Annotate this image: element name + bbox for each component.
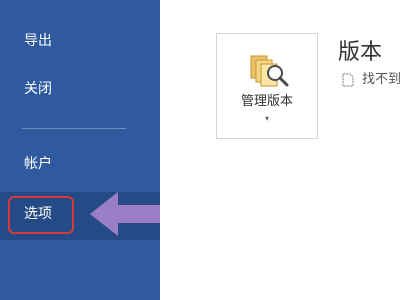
version-info-text: 找不到以前的版本 bbox=[362, 72, 400, 87]
version-info-row: 找不到以前的版本 bbox=[342, 70, 400, 90]
sidebar-item-label: 导出 bbox=[24, 33, 52, 49]
main-panel: 管理版本 ▾ 版本 找不到以前的版本 bbox=[160, 0, 400, 300]
sidebar-item-label: 关闭 bbox=[24, 81, 52, 97]
backstage-sidebar: 导出 关闭 帐户 选项 bbox=[0, 0, 160, 300]
page-title: 版本 bbox=[338, 40, 383, 65]
manage-versions-icon bbox=[250, 55, 289, 87]
sidebar-item-close[interactable]: 关闭 bbox=[0, 69, 160, 109]
manage-versions-button[interactable]: 管理版本 ▾ bbox=[216, 33, 318, 139]
sidebar-item-label: 帐户 bbox=[24, 156, 52, 172]
chevron-down-icon: ▾ bbox=[264, 114, 269, 123]
document-icon bbox=[342, 73, 354, 87]
pointer-arrow-icon bbox=[90, 192, 160, 236]
sidebar-item-account[interactable]: 帐户 bbox=[0, 144, 160, 184]
manage-versions-label: 管理版本 bbox=[240, 94, 293, 109]
sidebar-divider bbox=[22, 128, 126, 129]
options-highlight-box bbox=[8, 196, 74, 234]
sidebar-item-export[interactable]: 导出 bbox=[0, 21, 160, 61]
